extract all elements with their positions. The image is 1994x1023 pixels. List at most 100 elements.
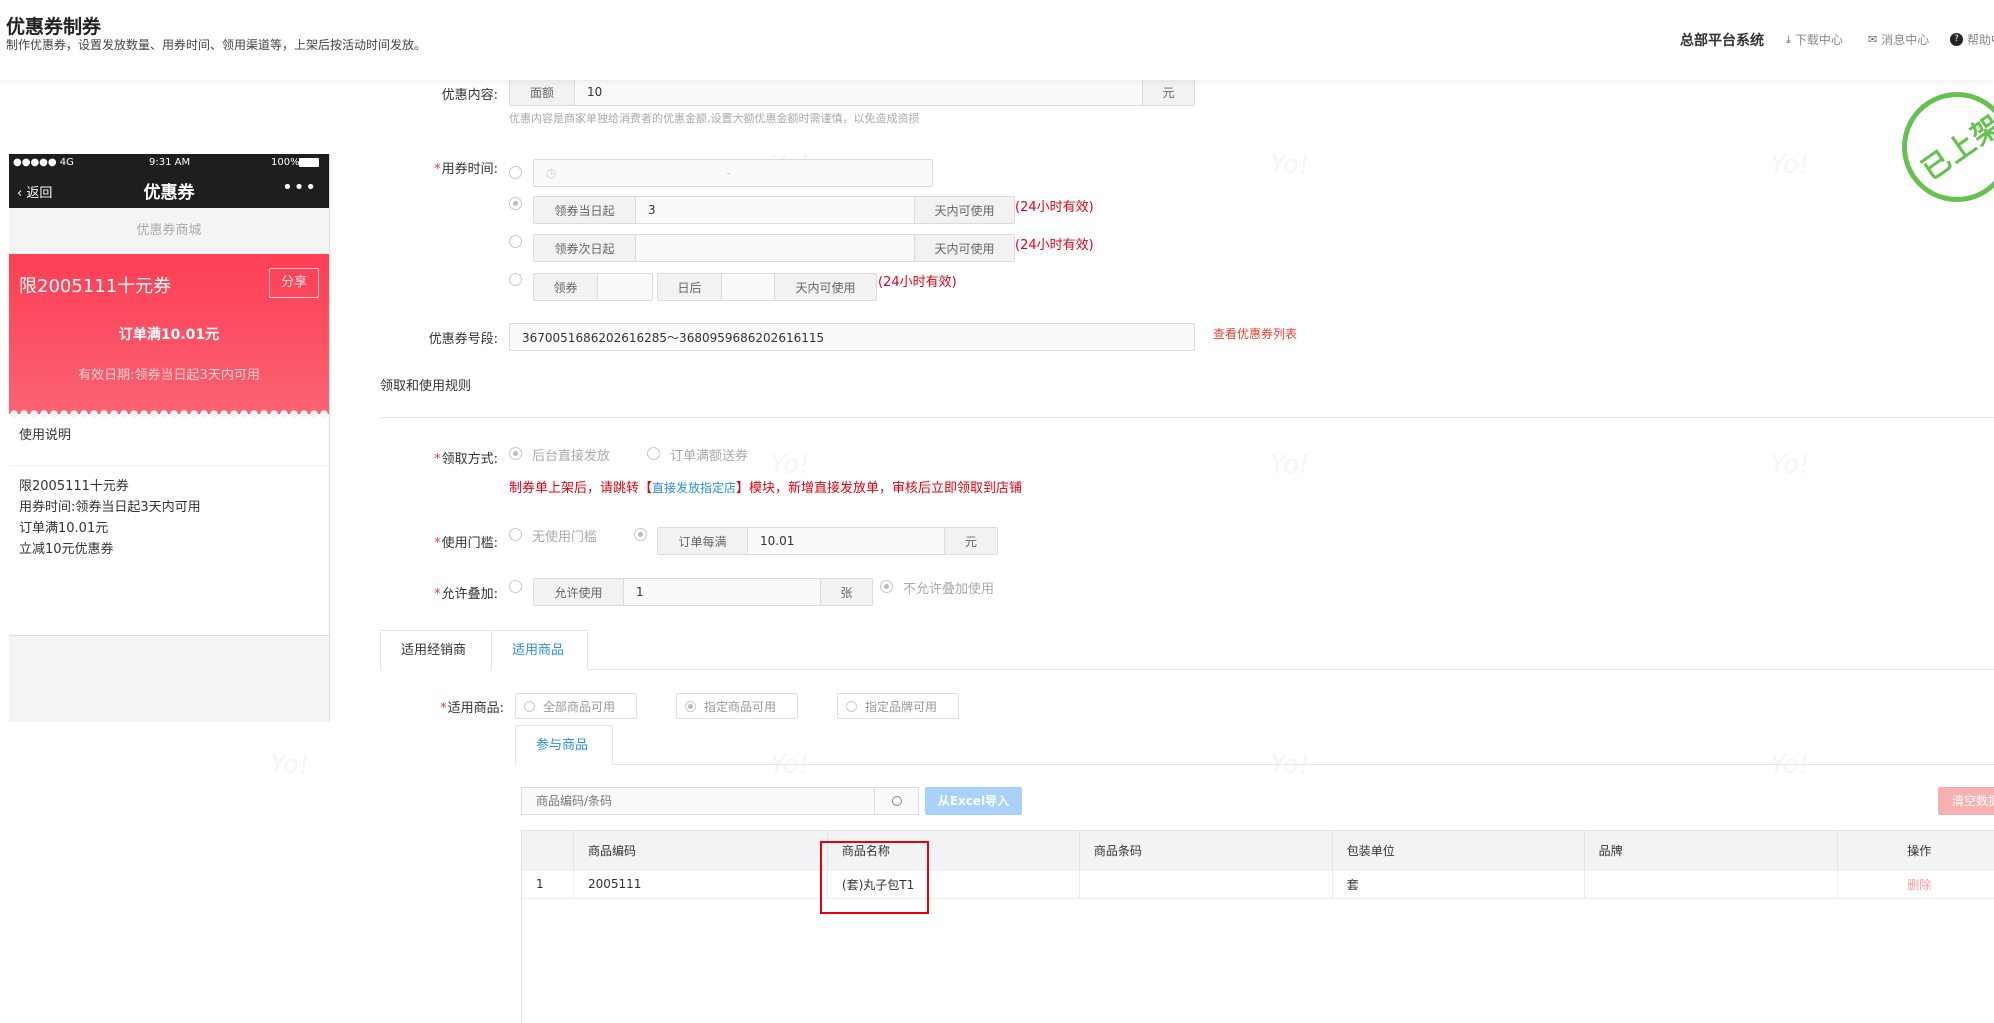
download-center-link[interactable]: ⤓ 下载中心: [1786, 31, 1843, 48]
battery-icon: [299, 158, 319, 167]
status-carrier: ●●●●● 4G: [13, 157, 74, 168]
claim-order-radio[interactable]: [647, 447, 660, 460]
goods-search-input[interactable]: [522, 788, 874, 814]
message-center-link[interactable]: ✉ 消息中心: [1868, 31, 1929, 48]
cell-index: 1: [521, 870, 574, 899]
stacking-input[interactable]: 1: [624, 579, 820, 605]
claim-method-label-text: 领取方式:: [441, 452, 498, 467]
watermark: Yo!: [1270, 150, 1309, 180]
download-icon: ⤓: [1786, 32, 1791, 46]
table-row: 1 2005111 (套)丸子包T1 套 删除: [521, 870, 1994, 899]
after-days-duration-input[interactable]: [722, 274, 774, 300]
goods-all-option[interactable]: 全部商品可用: [515, 693, 637, 719]
usage-time-label-text: 用券时间:: [441, 162, 498, 177]
tab-dealers[interactable]: 适用经销商: [380, 630, 492, 670]
more-icon[interactable]: •••: [282, 177, 317, 198]
threshold-suffix: 元: [944, 528, 997, 554]
phone-nav-title: 优惠券: [143, 183, 195, 203]
col-action: 操作: [1836, 830, 1994, 871]
system-name: 总部平台系统: [1680, 33, 1764, 49]
usage-time-radio-after-days[interactable]: [509, 273, 522, 286]
next-day-input-group: 领券次日起 天内可使用: [533, 234, 1015, 262]
cell-unit: 套: [1331, 870, 1585, 899]
goods-search-box: [521, 787, 919, 815]
watermark: Yo!: [1770, 150, 1809, 180]
delete-link[interactable]: 删除: [1836, 870, 1994, 899]
usage-time-range-picker[interactable]: ◷ -: [533, 159, 933, 187]
coupon-card: 限2005111十元券 分享 订单满10.01元 有效日期:领券当日起3天内可用: [9, 254, 329, 418]
coupon-list-link[interactable]: 查看优惠券列表: [1213, 325, 1297, 342]
table-left-border: [521, 830, 522, 1023]
after-days-input-group-2: 日后 天内可使用: [657, 273, 877, 301]
goods-specified-option[interactable]: 指定商品可用: [676, 693, 798, 719]
coupon-range-input[interactable]: 3670051686202616285～3680959686202616115: [509, 323, 1195, 351]
after-days-input[interactable]: [598, 274, 652, 300]
threshold-none-radio[interactable]: [509, 528, 522, 541]
goods-brand-label: 指定品牌可用: [865, 699, 938, 714]
col-brand: 品牌: [1583, 830, 1838, 871]
tab-participating-goods[interactable]: 参与商品: [515, 725, 613, 765]
next-day-note: (24小时有效): [1015, 238, 1094, 253]
stacking-label-text: 允许叠加:: [441, 587, 498, 602]
search-button[interactable]: [874, 788, 918, 814]
coupon-amount: 订单满10.01元: [118, 327, 220, 343]
usage-time-radio-next-day[interactable]: [509, 235, 522, 248]
claim-direct-radio[interactable]: [509, 447, 522, 460]
coupon-share-button[interactable]: 分享: [269, 268, 319, 298]
usage-time-label: *用券时间:: [434, 162, 498, 177]
after-days-mid: 日后: [658, 274, 722, 300]
tab-goods[interactable]: 适用商品: [491, 630, 588, 670]
watermark: Yo!: [1770, 450, 1809, 480]
discount-input-group: 面额 10 元: [509, 78, 1195, 106]
status-battery: 100%: [271, 157, 300, 168]
claim-note-suffix: 】模块，新增直接发放单，审核后立即领取到店铺: [736, 481, 1023, 496]
tab-divider: [588, 669, 1994, 670]
next-day-prefix: 领券次日起: [534, 235, 636, 261]
phone-status-bar: ●●●●● 4G 9:31 AM 100%: [9, 154, 329, 171]
goods-table: 商品编码 商品名称 商品条码 包装单位 品牌 操作 1 2005111 (套)丸…: [521, 830, 1994, 899]
direct-issue-link[interactable]: 直接发放指定店: [652, 481, 736, 495]
threshold-order-radio[interactable]: [634, 528, 647, 541]
usage-time-radio-range[interactable]: [509, 166, 522, 179]
claim-order-label: 订单满额送券: [670, 449, 749, 464]
discount-input[interactable]: 10: [575, 79, 1142, 105]
usage-title: 使用说明: [9, 414, 329, 466]
page-subtitle: 制作优惠券，设置发放数量、用券时间、领用渠道等，上架后按活动时间发放。: [6, 38, 427, 52]
goods-brand-option[interactable]: 指定品牌可用: [837, 693, 959, 719]
threshold-label-text: 使用门槛:: [441, 536, 498, 551]
same-day-prefix: 领券当日起: [534, 197, 636, 223]
goods-specified-label: 指定商品可用: [704, 699, 777, 714]
watermark: Yo!: [1270, 450, 1309, 480]
col-unit: 包装单位: [1331, 830, 1585, 871]
goods-specified-radio: [685, 700, 696, 712]
claim-note: 制券单上架后，请跳转【直接发放指定店】模块，新增直接发放单，审核后立即领取到店铺: [509, 477, 1022, 496]
claim-direct-label: 后台直接发放: [532, 449, 611, 464]
message-center-label: 消息中心: [1881, 33, 1930, 47]
coupon-title: 限2005111十元券: [19, 276, 172, 297]
page-title: 优惠券制券: [6, 16, 102, 38]
clock-icon: ◷: [546, 166, 557, 180]
excel-import-button[interactable]: 从Excel导入: [925, 787, 1022, 815]
col-barcode: 商品条码: [1078, 830, 1333, 871]
clear-data-button[interactable]: 清空数据: [1938, 787, 1994, 815]
stacking-input-group: 允许使用 1 张: [533, 578, 873, 606]
same-day-input[interactable]: 3: [636, 197, 914, 223]
cell-brand: [1583, 870, 1838, 899]
range-separator: -: [726, 166, 731, 180]
goods-all-label: 全部商品可用: [543, 699, 616, 714]
threshold-input[interactable]: 10.01: [748, 528, 944, 554]
watermark: Yo!: [1770, 750, 1809, 780]
stacking-label: *允许叠加:: [434, 587, 498, 602]
after-days-note: (24小时有效): [878, 275, 957, 290]
stacking-allow-radio[interactable]: [509, 580, 522, 593]
help-center-link[interactable]: ? 帮助中心: [1950, 31, 1994, 48]
usage-time-radio-same-day[interactable]: [509, 197, 522, 210]
table-header-row: 商品编码 商品名称 商品条码 包装单位 品牌 操作: [521, 830, 1994, 871]
stacking-deny-radio[interactable]: [880, 580, 893, 593]
cell-code: 2005111: [572, 870, 828, 899]
coupon-range-label: 优惠券号段:: [428, 332, 498, 347]
rules-section-title: 领取和使用规则: [380, 379, 472, 394]
coupon-scallop-edge: [9, 410, 329, 418]
help-center-label: 帮助中心: [1967, 33, 1994, 47]
next-day-input[interactable]: [636, 235, 914, 261]
